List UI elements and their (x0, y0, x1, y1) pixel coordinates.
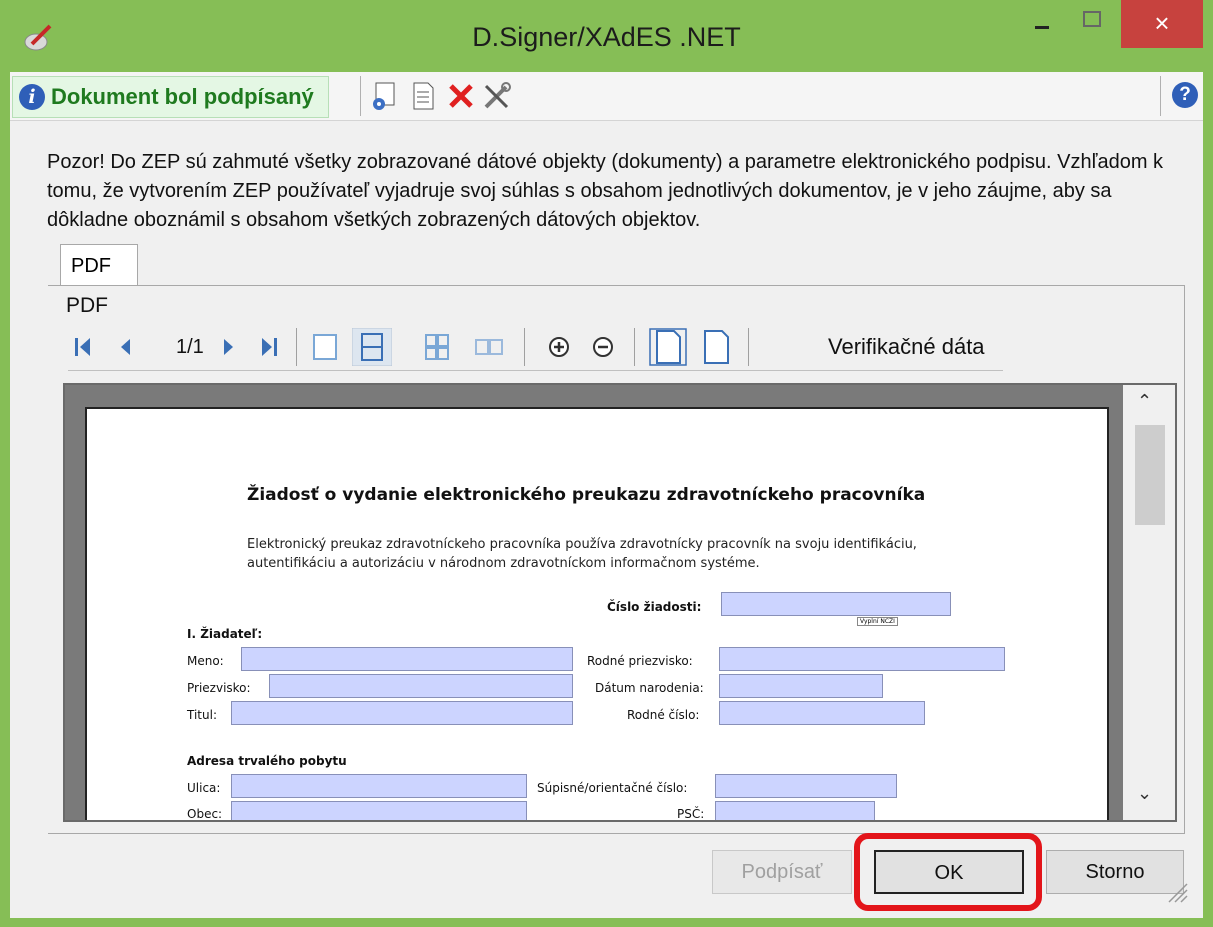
ok-highlight-annotation (854, 833, 1042, 911)
zoom-in-icon[interactable] (544, 332, 574, 362)
delete-icon[interactable] (444, 80, 478, 112)
viewer-separator (296, 328, 297, 366)
toolbar-separator (1160, 76, 1161, 116)
birth-number-field[interactable] (719, 701, 925, 725)
sign-settings-icon[interactable] (368, 80, 402, 112)
label-postcode: PSČ: (677, 807, 705, 821)
page-indicator: 1/1 (176, 336, 204, 358)
maximize-button[interactable] (1072, 6, 1112, 36)
maiden-name-field[interactable] (719, 647, 1005, 671)
zoom-out-icon[interactable] (588, 332, 618, 362)
fit-width-icon[interactable] (696, 327, 736, 367)
two-pages-icon[interactable] (472, 332, 506, 362)
next-page-icon[interactable] (218, 332, 238, 362)
label-surname: Priezvisko: (187, 681, 251, 695)
street-field[interactable] (231, 774, 527, 798)
tab-panel: PDF 1/1 Verifikačné dáta Žiadosť o vydan… (48, 285, 1185, 834)
request-number-field[interactable] (721, 592, 951, 616)
continuous-page-icon[interactable] (352, 328, 392, 366)
pdf-page: Žiadosť o vydanie elektronického preukaz… (85, 407, 1109, 821)
viewer-separator (524, 328, 525, 366)
label-birth-number: Rodné číslo: (627, 708, 700, 722)
minimize-button[interactable] (1025, 6, 1061, 36)
label-city: Obec: (187, 807, 223, 821)
document-title: Žiadosť o vydanie elektronického preukaz… (247, 485, 926, 505)
warning-text: Pozor! Do ZEP sú zahmuté všetky zobrazov… (47, 151, 1164, 231)
scroll-up-icon[interactable]: ⌃ (1137, 391, 1152, 412)
section-applicant: I. Žiadateľ: (187, 627, 263, 641)
signed-status: i Dokument bol podpísaný (12, 76, 329, 118)
label-street: Ulica: (187, 781, 221, 795)
title-field[interactable] (231, 701, 573, 725)
first-page-icon[interactable] (72, 332, 94, 362)
surname-field[interactable] (269, 674, 573, 698)
label-birth-date: Dátum narodenia: (595, 681, 704, 695)
fill-hint: Vyplní NCZI (857, 617, 898, 626)
scroll-down-icon[interactable]: ⌄ (1137, 783, 1152, 804)
app-window: D.Signer/XAdES .NET × i Dokument bol pod… (0, 0, 1213, 927)
house-number-field[interactable] (715, 774, 897, 798)
verification-data-link[interactable]: Verifikačné dáta (828, 334, 985, 360)
label-title: Titul: (187, 708, 217, 722)
vertical-scrollbar[interactable]: ⌃ ⌄ (1123, 385, 1175, 820)
document-intro: Elektronický preukaz zdravotníckeho prac… (247, 537, 917, 571)
facing-pages-icon[interactable] (420, 332, 454, 362)
status-text: Dokument bol podpísaný (51, 84, 314, 109)
last-page-icon[interactable] (258, 332, 280, 362)
tools-icon[interactable] (480, 80, 514, 112)
panel-label: PDF (66, 294, 108, 317)
postcode-field[interactable] (715, 801, 875, 820)
label-house-number: Súpisné/orientačné číslo: (537, 781, 688, 795)
resize-grip-icon[interactable] (1163, 878, 1189, 904)
sign-button[interactable]: Podpísať (712, 850, 852, 894)
viewer-toolbar: 1/1 Verifikačné dáta (68, 324, 1003, 371)
city-field[interactable] (231, 801, 527, 820)
help-icon[interactable]: ? (1172, 82, 1198, 108)
viewer-separator (634, 328, 635, 366)
scroll-thumb[interactable] (1135, 425, 1165, 525)
single-page-icon[interactable] (308, 332, 342, 362)
name-field[interactable] (241, 647, 573, 671)
request-number-label: Číslo žiadosti: (607, 600, 702, 614)
viewer-separator (748, 328, 749, 366)
pdf-viewer[interactable]: Žiadosť o vydanie elektronického preukaz… (63, 383, 1177, 822)
info-icon: i (19, 84, 45, 110)
tab-pdf[interactable]: PDF (60, 244, 138, 286)
fit-page-icon[interactable] (648, 327, 688, 367)
label-maiden-name: Rodné priezvisko: (587, 654, 693, 668)
dialog-body: i Dokument bol podpísaný ? Pozor! Do ZEP… (10, 72, 1203, 918)
close-button[interactable]: × (1121, 0, 1203, 48)
title-bar[interactable]: D.Signer/XAdES .NET × (0, 0, 1213, 72)
document-icon[interactable] (406, 80, 440, 112)
toolbar-separator (360, 76, 361, 116)
birth-date-field[interactable] (719, 674, 883, 698)
section-address: Adresa trvalého pobytu (187, 754, 347, 768)
prev-page-icon[interactable] (116, 332, 136, 362)
toolbar: i Dokument bol podpísaný ? (10, 72, 1203, 121)
label-name: Meno: (187, 654, 224, 668)
